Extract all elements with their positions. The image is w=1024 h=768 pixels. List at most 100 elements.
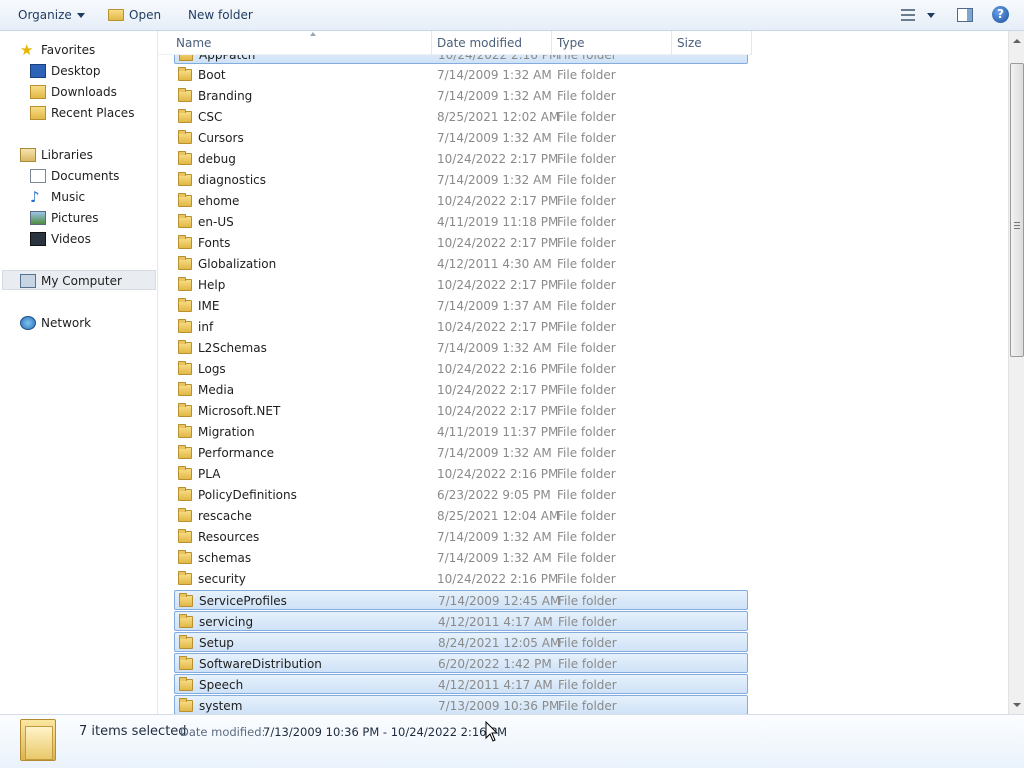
folder-icon bbox=[178, 445, 192, 459]
file-name: Media bbox=[198, 383, 235, 397]
file-row[interactable]: ehome 10/24/2022 2:17 PM File folder bbox=[174, 191, 748, 211]
file-row[interactable]: PolicyDefinitions 6/23/2022 9:05 PM File f… bbox=[174, 485, 748, 505]
documents-icon bbox=[30, 169, 46, 183]
change-view-icon[interactable] bbox=[901, 9, 915, 21]
file-type: File folder bbox=[557, 383, 616, 397]
file-row[interactable]: inf 10/24/2022 2:17 PM File folder bbox=[174, 317, 748, 337]
file-row[interactable]: ServiceProfiles 7/14/2009 12:45 AM File fo… bbox=[174, 590, 748, 610]
help-icon[interactable]: ? bbox=[992, 6, 1009, 23]
file-name: ehome bbox=[198, 194, 240, 208]
file-row[interactable]: Performance 7/14/2009 1:32 AM File folder bbox=[174, 443, 748, 463]
file-date-modified: 7/14/2009 1:32 AM bbox=[437, 131, 552, 145]
file-row[interactable]: Media 10/24/2022 2:17 PM File folder bbox=[174, 380, 748, 400]
column-header-date-modified[interactable]: Date modified bbox=[432, 31, 552, 55]
folder-icon bbox=[179, 656, 193, 670]
file-type: File folder bbox=[557, 320, 616, 334]
preview-pane-icon[interactable] bbox=[957, 8, 973, 22]
open-button[interactable]: Open bbox=[108, 0, 161, 30]
file-date-modified: 7/14/2009 1:32 AM bbox=[437, 89, 552, 103]
file-row[interactable]: security 10/24/2022 2:16 PM File folder bbox=[174, 569, 748, 589]
file-row[interactable]: Speech 4/12/2011 4:17 AM File folder bbox=[174, 674, 748, 694]
file-row[interactable]: debug 10/24/2022 2:17 PM File folder bbox=[174, 149, 748, 169]
file-name: servicing bbox=[199, 615, 254, 629]
file-row[interactable]: Resources 7/14/2009 1:32 AM File folder bbox=[174, 527, 748, 547]
nav-network-label: Network bbox=[41, 316, 92, 330]
vertical-scrollbar[interactable] bbox=[1008, 31, 1024, 714]
file-name: debug bbox=[198, 152, 236, 166]
file-row[interactable]: Fonts 10/24/2022 2:17 PM File folder bbox=[174, 233, 748, 253]
recent-places-icon bbox=[30, 106, 46, 120]
file-type: File folder bbox=[557, 194, 616, 208]
scrollbar-thumb[interactable] bbox=[1010, 63, 1024, 357]
file-row[interactable]: SoftwareDistribution 6/20/2022 1:42 PM Fil… bbox=[174, 653, 748, 673]
column-header-row: Name Date modified Type Size bbox=[158, 31, 752, 55]
file-row[interactable]: Setup 8/24/2021 12:05 AM File folder bbox=[174, 632, 748, 652]
column-header-type-label: Type bbox=[557, 36, 585, 50]
file-date-modified: 7/14/2009 12:45 AM bbox=[438, 594, 561, 608]
nav-music-label: Music bbox=[51, 190, 86, 204]
file-row[interactable]: Boot 7/14/2009 1:32 AM File folder bbox=[174, 65, 748, 85]
file-date-modified: 8/25/2021 12:04 AM bbox=[437, 509, 560, 523]
file-type: File folder bbox=[557, 362, 616, 376]
column-header-type[interactable]: Type bbox=[552, 31, 672, 55]
file-row[interactable]: schemas 7/14/2009 1:32 AM File folder bbox=[174, 548, 748, 568]
file-row[interactable]: en-US 4/11/2019 11:18 PM File folder bbox=[174, 212, 748, 232]
file-row[interactable]: Migration 4/11/2019 11:37 PM File folder bbox=[174, 422, 748, 442]
file-type: File folder bbox=[557, 446, 616, 460]
file-row[interactable]: IME 7/14/2009 1:37 AM File folder bbox=[174, 296, 748, 316]
nav-my-computer-label: My Computer bbox=[41, 274, 122, 288]
folder-icon bbox=[178, 67, 192, 81]
file-row[interactable]: PLA 10/24/2022 2:16 PM File folder bbox=[174, 464, 748, 484]
file-row[interactable]: Globalization 4/12/2011 4:30 AM File folde… bbox=[174, 254, 748, 274]
file-date-modified: 7/14/2009 1:32 AM bbox=[437, 551, 552, 565]
file-row[interactable]: Help 10/24/2022 2:17 PM File folder bbox=[174, 275, 748, 295]
file-type: File folder bbox=[557, 341, 616, 355]
scroll-up-arrow-icon[interactable] bbox=[1013, 39, 1021, 43]
file-name: security bbox=[198, 572, 246, 586]
file-date-modified: 4/11/2019 11:18 PM bbox=[437, 215, 559, 229]
view-options-chevron-icon[interactable] bbox=[927, 13, 935, 18]
file-row[interactable]: Microsoft.NET 10/24/2022 2:17 PM File fold… bbox=[174, 401, 748, 421]
scroll-down-arrow-icon[interactable] bbox=[1013, 703, 1021, 707]
file-name: CSC bbox=[198, 110, 223, 124]
folder-icon bbox=[178, 508, 192, 522]
file-date-modified: 10/24/2022 2:17 PM bbox=[437, 236, 559, 250]
music-icon: ♪ bbox=[30, 188, 40, 206]
nav-recent-places-label: Recent Places bbox=[51, 106, 135, 120]
file-row[interactable]: system 7/13/2009 10:36 PM File folder bbox=[174, 695, 748, 714]
file-row[interactable]: diagnostics 7/14/2009 1:32 AM File folder bbox=[174, 170, 748, 190]
file-date-modified: 10/24/2022 2:17 PM bbox=[437, 320, 559, 334]
new-folder-button[interactable]: New folder bbox=[188, 0, 253, 30]
date-modified-value: 7/13/2009 10:36 PM - 10/24/2022 2:16 PM bbox=[263, 725, 508, 739]
column-header-name[interactable]: Name bbox=[171, 31, 432, 55]
file-row[interactable]: L2Schemas 7/14/2009 1:32 AM File folder bbox=[174, 338, 748, 358]
file-row[interactable]: CSC 8/25/2021 12:02 AM File folder bbox=[174, 107, 748, 127]
folder-icon bbox=[178, 487, 192, 501]
details-pane: 7 items selected Date modified: 7/13/200… bbox=[0, 714, 1024, 768]
file-type: File folder bbox=[557, 131, 616, 145]
organize-button[interactable]: Organize bbox=[18, 0, 85, 30]
nav-favorites-label: Favorites bbox=[41, 43, 96, 57]
file-row[interactable]: rescache 8/25/2021 12:04 AM File folder bbox=[174, 506, 748, 526]
file-row[interactable]: Logs 10/24/2022 2:16 PM File folder bbox=[174, 359, 748, 379]
file-row[interactable]: servicing 4/12/2011 4:17 AM File folder bbox=[174, 611, 748, 631]
file-type: File folder bbox=[557, 425, 616, 439]
nav-downloads-label: Downloads bbox=[51, 85, 117, 99]
file-date-modified: 10/24/2022 2:16 PM bbox=[437, 467, 559, 481]
libraries-icon bbox=[20, 148, 36, 162]
open-label: Open bbox=[129, 8, 162, 22]
folder-icon bbox=[178, 529, 192, 543]
file-name: system bbox=[199, 699, 243, 713]
computer-icon bbox=[20, 274, 36, 288]
folder-icon bbox=[178, 151, 192, 165]
column-header-name-label: Name bbox=[176, 36, 212, 50]
file-type: File folder bbox=[558, 615, 617, 629]
file-type: File folder bbox=[557, 551, 616, 565]
file-date-modified: 4/12/2011 4:17 AM bbox=[438, 615, 553, 629]
file-date-modified: 4/11/2019 11:37 PM bbox=[437, 425, 559, 439]
nav-my-computer[interactable]: My Computer bbox=[2, 270, 156, 290]
file-row[interactable]: Cursors 7/14/2009 1:32 AM File folder bbox=[174, 128, 748, 148]
file-row[interactable]: Branding 7/14/2009 1:32 AM File folder bbox=[174, 86, 748, 106]
folder-icon bbox=[178, 88, 192, 102]
column-header-size[interactable]: Size bbox=[672, 31, 752, 55]
